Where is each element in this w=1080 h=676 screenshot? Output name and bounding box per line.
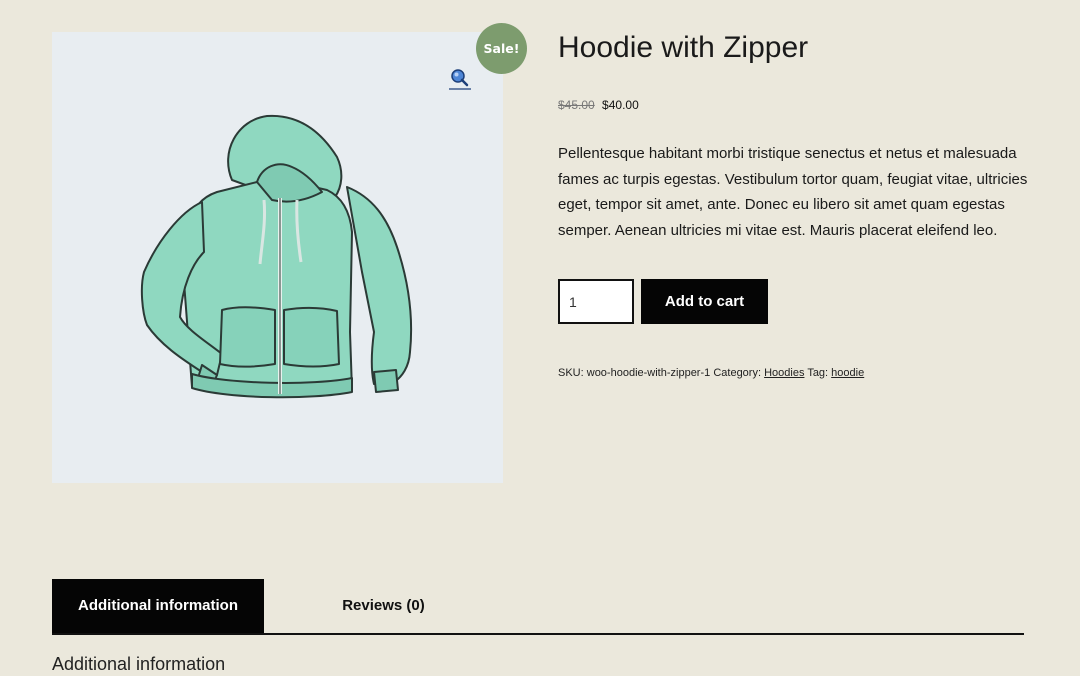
- tag-label: Tag:: [807, 367, 829, 379]
- tab-reviews[interactable]: Reviews (0): [264, 579, 503, 633]
- sku-value: woo-hoodie-with-zipper-1: [586, 367, 711, 379]
- sku-label: SKU:: [558, 367, 584, 379]
- category-link[interactable]: Hoodies: [764, 367, 804, 379]
- product-tabs: Additional information Reviews (0): [52, 579, 1024, 635]
- quantity-input[interactable]: [558, 279, 634, 324]
- product-description: Pellentesque habitant morbi tristique se…: [558, 145, 1028, 239]
- magnifier-icon[interactable]: [449, 68, 471, 90]
- original-price: $45.00: [558, 98, 595, 112]
- add-to-cart-button[interactable]: Add to cart: [641, 279, 768, 324]
- tag-link[interactable]: hoodie: [831, 367, 864, 379]
- sale-price: $40.00: [602, 98, 639, 112]
- product-image[interactable]: [52, 32, 503, 483]
- product-title: Hoodie with Zipper: [558, 31, 809, 64]
- tab-additional-information[interactable]: Additional information: [52, 579, 264, 633]
- product-meta: SKU: woo-hoodie-with-zipper-1 Category: …: [558, 366, 864, 381]
- price: $45.00 $40.00: [558, 97, 639, 113]
- category-label: Category:: [713, 367, 762, 379]
- sale-badge: Sale!: [476, 23, 527, 74]
- panel-heading: Additional information: [52, 654, 226, 674]
- hoodie-image: [140, 114, 413, 399]
